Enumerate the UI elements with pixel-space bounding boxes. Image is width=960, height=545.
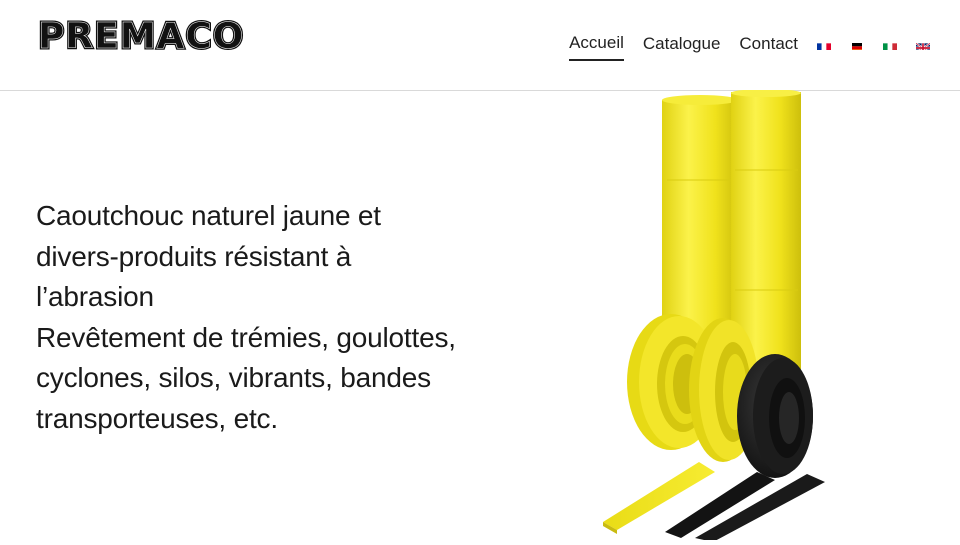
- site-header: PREMACO PREMACO Accueil Catalogue Contac…: [0, 0, 960, 91]
- hero-line: l’abrasion: [36, 277, 476, 318]
- nav-contact[interactable]: Contact: [739, 34, 798, 60]
- flag-gb-icon[interactable]: [916, 40, 930, 50]
- product-image: [595, 90, 835, 540]
- logo[interactable]: PREMACO PREMACO: [0, 0, 260, 80]
- hero-line: cyclones, silos, vibrants, bandes: [36, 358, 476, 399]
- flag-it-icon[interactable]: [883, 40, 897, 50]
- flag-fr-icon[interactable]: [817, 40, 831, 50]
- hero-line: divers-produits résistant à: [36, 237, 476, 278]
- nav-catalogue[interactable]: Catalogue: [643, 34, 721, 60]
- hero-text: Caoutchouc naturel jaune et divers-produ…: [36, 196, 476, 439]
- hero-line: Caoutchouc naturel jaune et: [36, 196, 476, 237]
- hero-line: Revêtement de trémies, goulottes,: [36, 318, 476, 359]
- flag-de-icon[interactable]: [850, 40, 864, 50]
- hero-line: transporteuses, etc.: [36, 399, 476, 440]
- main-nav: Accueil Catalogue Contact: [550, 33, 930, 61]
- rubber-rolls-illustration: [595, 90, 835, 540]
- nav-accueil[interactable]: Accueil: [569, 33, 624, 61]
- logo-text: PREMACO: [38, 16, 244, 57]
